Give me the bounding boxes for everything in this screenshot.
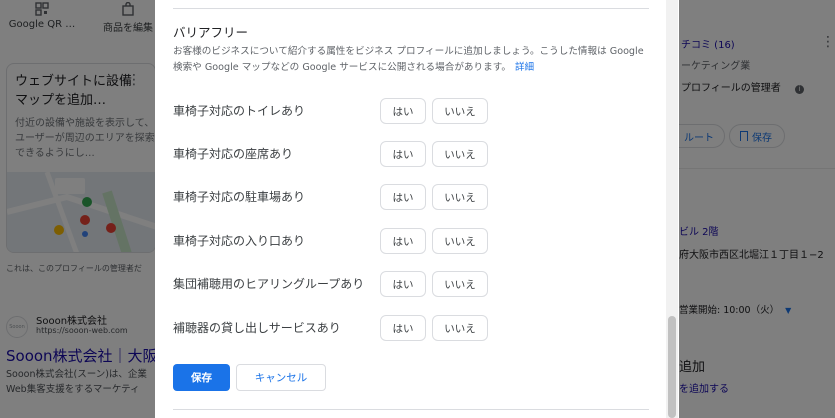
attribute-row: 車椅子対応の座席あり はい いいえ	[173, 141, 493, 167]
attribute-label: 車椅子対応のトイレあり	[173, 104, 306, 118]
attribute-row: 車椅子対応の入り口あり はい いいえ	[173, 228, 493, 254]
attribute-row: 車椅子対応のトイレあり はい いいえ	[173, 98, 493, 124]
no-button[interactable]: いいえ	[432, 141, 488, 167]
attribute-label: 車椅子対応の座席あり	[173, 147, 294, 161]
details-link[interactable]: 詳細	[515, 62, 534, 73]
no-button[interactable]: いいえ	[432, 184, 488, 210]
save-button[interactable]: 保存	[173, 364, 230, 391]
divider	[173, 8, 649, 9]
attribute-label: 集団補聴用のヒアリングループあり	[173, 277, 365, 291]
attribute-row: 車椅子対応の駐車場あり はい いいえ	[173, 184, 493, 210]
yes-button[interactable]: はい	[380, 315, 426, 341]
cancel-button[interactable]: キャンセル	[236, 364, 326, 391]
divider	[173, 409, 649, 410]
attribute-row: 補聴器の貸し出しサービスあり はい いいえ	[173, 315, 493, 341]
attribute-label: 補聴器の貸し出しサービスあり	[173, 321, 341, 335]
section-title: バリアフリー	[173, 25, 249, 40]
yes-button[interactable]: はい	[380, 141, 426, 167]
section-description-text: お客様のビジネスについて紹介する属性をビジネス プロフィールに追加しましょう。こ…	[173, 46, 644, 73]
scrollbar-thumb[interactable]	[668, 316, 676, 418]
no-button[interactable]: いいえ	[432, 98, 488, 124]
attribute-label: 車椅子対応の駐車場あり	[173, 190, 306, 204]
attribute-label: 車椅子対応の入り口あり	[173, 234, 306, 248]
attribute-row: 集団補聴用のヒアリングループあり はい いいえ	[173, 271, 493, 297]
yes-button[interactable]: はい	[380, 271, 426, 297]
no-button[interactable]: いいえ	[432, 228, 488, 254]
section-description: お客様のビジネスについて紹介する属性をビジネス プロフィールに追加しましょう。こ…	[173, 44, 653, 76]
yes-button[interactable]: はい	[380, 98, 426, 124]
attributes-dialog: バリアフリー お客様のビジネスについて紹介する属性をビジネス プロフィールに追加…	[155, 0, 679, 418]
yes-button[interactable]: はい	[380, 228, 426, 254]
no-button[interactable]: いいえ	[432, 271, 488, 297]
no-button[interactable]: いいえ	[432, 315, 488, 341]
yes-button[interactable]: はい	[380, 184, 426, 210]
